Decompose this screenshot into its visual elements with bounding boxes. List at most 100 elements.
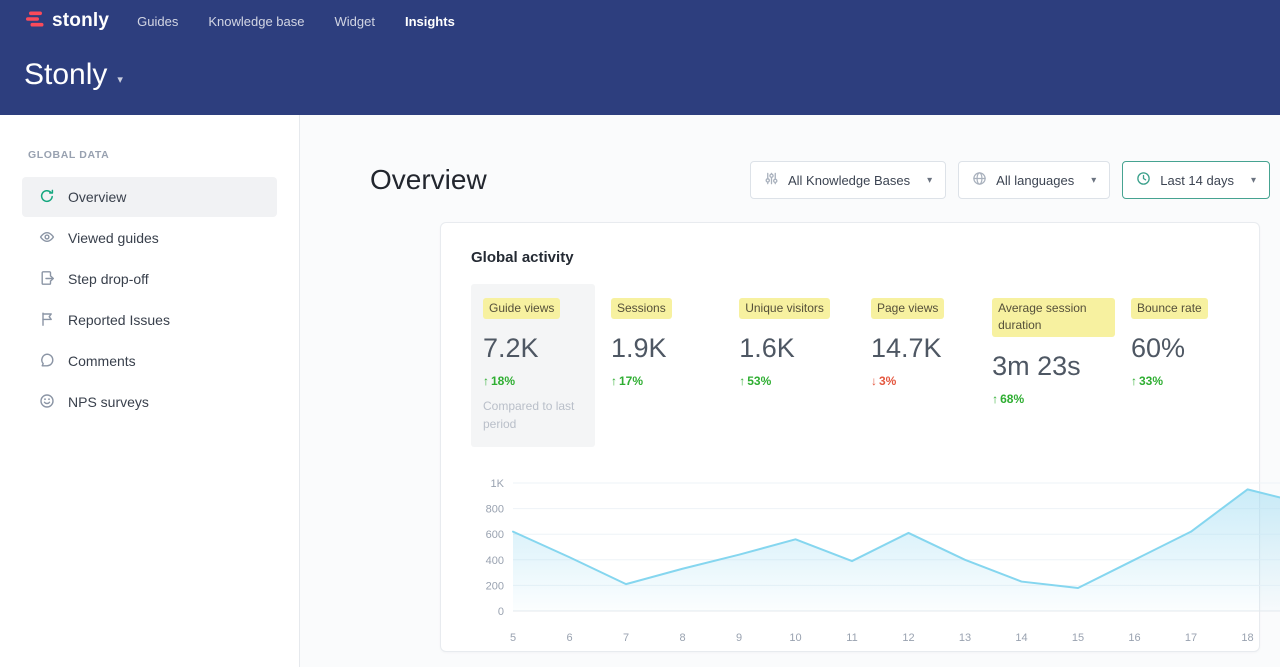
- sidebar-section-label: GLOBAL DATA: [28, 149, 299, 161]
- metric-unique-visitors[interactable]: Unique visitors 1.6K ↑53%: [739, 284, 855, 388]
- date-range-filter[interactable]: Last 14 days ▾: [1122, 161, 1270, 199]
- sidebar-item-reported-issues[interactable]: Reported Issues: [22, 300, 277, 340]
- metric-page-views[interactable]: Page views 14.7K ↓3%: [871, 284, 976, 388]
- svg-text:18: 18: [1241, 632, 1253, 644]
- svg-text:11: 11: [846, 632, 857, 644]
- svg-text:800: 800: [486, 504, 504, 516]
- nav-item-insights[interactable]: Insights: [405, 14, 455, 29]
- svg-text:600: 600: [486, 529, 504, 541]
- sidebar-item-comments[interactable]: Comments: [22, 341, 277, 381]
- languages-filter[interactable]: All languages ▾: [958, 161, 1110, 199]
- metric-change: ↑68%: [992, 392, 1115, 406]
- workspace-selector[interactable]: Stonly ▾: [24, 58, 123, 92]
- svg-text:9: 9: [736, 632, 742, 644]
- metric-change-value: 3%: [879, 374, 896, 388]
- metric-bounce-rate[interactable]: Bounce rate 60% ↑33%: [1131, 284, 1229, 388]
- metric-change: ↓3%: [871, 374, 976, 388]
- metric-label: Page views: [871, 298, 944, 319]
- metric-value: 3m 23s: [992, 351, 1115, 382]
- chevron-down-icon: ▾: [1091, 175, 1096, 186]
- sidebar-item-label: Viewed guides: [68, 230, 159, 246]
- svg-text:0: 0: [498, 606, 504, 618]
- svg-text:8: 8: [679, 632, 685, 644]
- metric-average-session-duration[interactable]: Average session duration 3m 23s ↑68%: [992, 284, 1115, 406]
- metric-sessions[interactable]: Sessions 1.9K ↑17%: [611, 284, 723, 388]
- stonly-logo[interactable]: stonly: [24, 9, 109, 34]
- metric-label: Sessions: [611, 298, 672, 319]
- eye-icon: [39, 229, 55, 248]
- nav-item-guides[interactable]: Guides: [137, 14, 178, 29]
- global-activity-card: Global activity Guide views 7.2K ↑18% Co…: [440, 222, 1260, 652]
- svg-text:200: 200: [486, 581, 504, 593]
- svg-text:10: 10: [789, 632, 801, 644]
- smiley-icon: [39, 393, 55, 412]
- sidebar-item-label: Reported Issues: [68, 312, 170, 328]
- metric-change: ↑18%: [483, 374, 583, 388]
- sidebar-item-label: Step drop-off: [68, 271, 149, 287]
- page-title: Overview: [370, 164, 487, 196]
- metric-label: Bounce rate: [1131, 298, 1208, 319]
- knowledge-bases-filter-value: All Knowledge Bases: [788, 173, 910, 188]
- sidebar-item-overview[interactable]: Overview: [22, 177, 277, 217]
- overview-icon: [39, 188, 55, 207]
- page-header-row: Overview All Knowledge Bases ▾: [370, 161, 1270, 199]
- step-dropoff-icon: [39, 270, 55, 289]
- filters: All Knowledge Bases ▾ All languages ▾: [750, 161, 1270, 199]
- svg-text:14: 14: [1015, 632, 1027, 644]
- main-content: Overview All Knowledge Bases ▾: [300, 115, 1280, 667]
- metric-guide-views[interactable]: Guide views 7.2K ↑18% Compared to last p…: [471, 284, 595, 447]
- sidebar-item-nps-surveys[interactable]: NPS surveys: [22, 382, 277, 422]
- metric-label: Average session duration: [992, 298, 1115, 337]
- nav-item-knowledge-base[interactable]: Knowledge base: [208, 14, 304, 29]
- stonly-logo-icon: [24, 9, 46, 34]
- sliders-icon: [764, 171, 779, 189]
- comment-icon: [39, 352, 55, 371]
- metric-value: 1.9K: [611, 333, 723, 364]
- sidebar-item-label: NPS surveys: [68, 394, 149, 410]
- metric-change-value: 53%: [747, 374, 771, 388]
- svg-text:400: 400: [486, 555, 504, 567]
- trend-up-icon: ↑: [739, 374, 745, 388]
- date-range-filter-value: Last 14 days: [1160, 173, 1234, 188]
- globe-icon: [972, 171, 987, 189]
- trend-down-icon: ↓: [871, 374, 877, 388]
- metric-note: Compared to last period: [483, 398, 583, 433]
- metric-change-value: 17%: [619, 374, 643, 388]
- trend-up-icon: ↑: [611, 374, 617, 388]
- sidebar-item-step-dropoff[interactable]: Step drop-off: [22, 259, 277, 299]
- svg-text:6: 6: [566, 632, 572, 644]
- flag-icon: [39, 311, 55, 330]
- svg-text:1K: 1K: [491, 478, 505, 490]
- metric-label: Guide views: [483, 298, 560, 319]
- nav-item-widget[interactable]: Widget: [335, 14, 375, 29]
- metric-change-value: 18%: [491, 374, 515, 388]
- top-navigation: stonly Guides Knowledge base Widget Insi…: [24, 0, 1256, 42]
- svg-text:13: 13: [959, 632, 971, 644]
- chevron-down-icon: ▾: [927, 175, 932, 186]
- metric-change-value: 68%: [1000, 392, 1024, 406]
- global-activity-chart: 02004006008001K5678910111213141516171819: [471, 471, 1229, 654]
- sidebar-item-viewed-guides[interactable]: Viewed guides: [22, 218, 277, 258]
- sidebar-item-label: Overview: [68, 189, 126, 205]
- languages-filter-value: All languages: [996, 173, 1074, 188]
- metric-label: Unique visitors: [739, 298, 830, 319]
- svg-text:17: 17: [1185, 632, 1197, 644]
- metric-value: 14.7K: [871, 333, 976, 364]
- knowledge-bases-filter[interactable]: All Knowledge Bases ▾: [750, 161, 946, 199]
- metric-value: 60%: [1131, 333, 1229, 364]
- svg-text:15: 15: [1072, 632, 1084, 644]
- sidebar-item-label: Comments: [68, 353, 136, 369]
- trend-up-icon: ↑: [483, 374, 489, 388]
- top-nav-items: Guides Knowledge base Widget Insights: [137, 14, 455, 29]
- trend-up-icon: ↑: [1131, 374, 1137, 388]
- sidebar: GLOBAL DATA Overview Viewed guides: [0, 115, 300, 667]
- svg-text:5: 5: [510, 632, 516, 644]
- app-header: stonly Guides Knowledge base Widget Insi…: [0, 0, 1280, 115]
- metrics-row: Guide views 7.2K ↑18% Compared to last p…: [471, 284, 1229, 447]
- card-title: Global activity: [471, 249, 1229, 266]
- chevron-down-icon: ▾: [117, 73, 123, 86]
- metric-change-value: 33%: [1139, 374, 1163, 388]
- svg-text:12: 12: [902, 632, 914, 644]
- logo-text: stonly: [52, 10, 109, 32]
- metric-change: ↑33%: [1131, 374, 1229, 388]
